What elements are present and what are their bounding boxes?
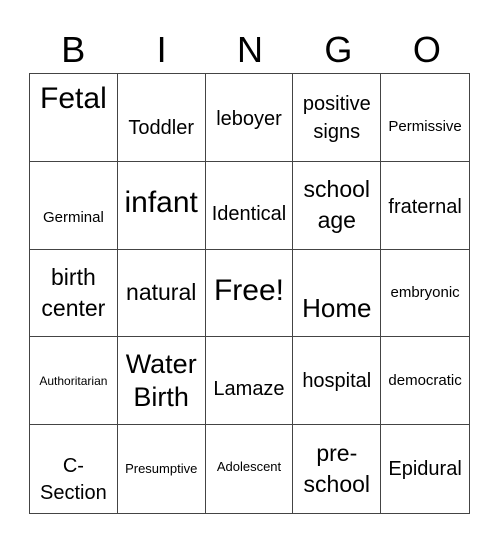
bingo-cell[interactable]: school age: [293, 161, 382, 250]
bingo-cell[interactable]: C- Section: [30, 425, 118, 513]
cell-text: Permissive: [388, 118, 462, 135]
bingo-cell[interactable]: Toddler: [117, 74, 206, 162]
bingo-cell[interactable]: natural: [117, 249, 206, 338]
bingo-cell[interactable]: Adolescent: [206, 425, 294, 513]
bingo-cell[interactable]: Fetal: [30, 74, 118, 162]
bingo-cell[interactable]: Presumptive: [118, 425, 206, 513]
cell-text: Free!: [213, 273, 284, 307]
bingo-cell[interactable]: infant: [117, 161, 206, 250]
cell-text: pre-school: [303, 440, 371, 498]
header-letter-i: I: [156, 29, 167, 70]
bingo-cell[interactable]: Free!: [205, 249, 294, 338]
cell-text: Presumptive: [125, 461, 198, 477]
cell-text: Authoritarian: [39, 373, 108, 388]
cell-text: school age: [303, 176, 371, 234]
bingo-cell[interactable]: embryonic: [381, 250, 469, 338]
bingo-cell[interactable]: birth center: [30, 249, 118, 338]
bingo-cell[interactable]: Home: [293, 249, 382, 338]
bingo-cell[interactable]: Epidural: [381, 425, 469, 513]
cell-text: Lamaze: [213, 378, 285, 401]
cell-text: fraternal: [388, 195, 462, 218]
bingo-cell[interactable]: leboyer: [205, 74, 294, 162]
bingo-cell[interactable]: hospital: [293, 337, 382, 426]
bingo-cell[interactable]: Identical: [205, 161, 294, 250]
cell-text: Adolescent: [216, 459, 282, 475]
header-letter-o: O: [412, 29, 441, 70]
cell-text: Toddler: [128, 116, 194, 139]
cell-text: leboyer: [216, 108, 282, 130]
bingo-header: B I N G O: [29, 28, 471, 72]
bingo-cell[interactable]: fraternal: [381, 162, 469, 250]
cell-text: birth center: [41, 263, 106, 321]
cell-text: Germinal: [42, 208, 104, 226]
bingo-card-grid: Fetal Toddler leboyer positive signs Perm…: [29, 73, 470, 514]
cell-text: Epidural: [388, 458, 462, 481]
header-letter-g: G: [324, 29, 353, 70]
cell-text: hospital: [302, 369, 372, 392]
bingo-cell[interactable]: Lamaze: [205, 337, 294, 426]
bingo-cell[interactable]: positive signs: [293, 74, 382, 162]
bingo-cell[interactable]: Germinal: [30, 161, 118, 250]
cell-text: positive signs: [302, 93, 371, 143]
cell-text: natural: [126, 279, 197, 306]
cell-text: embryonic: [390, 283, 460, 301]
cell-text: Home: [302, 293, 372, 324]
cell-text: Identical: [211, 202, 287, 225]
bingo-cell[interactable]: democratic: [381, 337, 469, 426]
bingo-cell[interactable]: Authoritarian: [30, 337, 118, 426]
header-letter-b: B: [61, 29, 86, 70]
header-letter-n: N: [237, 29, 264, 70]
bingo-cell[interactable]: Water Birth: [117, 337, 206, 426]
bingo-cell[interactable]: pre-school: [293, 425, 382, 513]
cell-text: Fetal: [40, 82, 107, 115]
cell-text: infant: [124, 185, 198, 219]
cell-text: Water Birth: [125, 349, 197, 412]
cell-text: democratic: [388, 371, 462, 389]
bingo-cell[interactable]: Permissive: [381, 74, 469, 162]
cell-text: C- Section: [40, 455, 107, 504]
